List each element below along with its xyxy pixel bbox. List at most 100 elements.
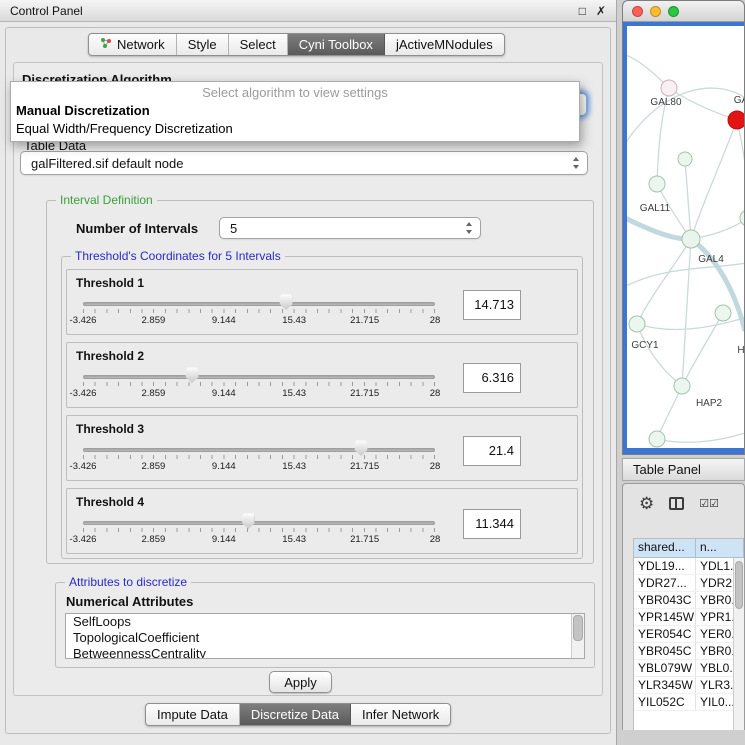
network-node[interactable]: [678, 152, 692, 166]
network-node-gal4[interactable]: [682, 230, 700, 248]
network-node-hap2[interactable]: [674, 378, 690, 394]
apply-button[interactable]: Apply: [269, 671, 332, 693]
table-row[interactable]: YBL079WYBL0...: [634, 660, 744, 677]
slider-thumb[interactable]: [355, 440, 368, 456]
slider-track[interactable]: [83, 375, 435, 379]
dropdown-option-equal-width-frequency[interactable]: Equal Width/Frequency Discretization: [11, 120, 579, 138]
application-window: Control Panel □ ✗ NetworkStyleSelectCyni…: [0, 0, 745, 745]
column-header-name[interactable]: n...: [696, 539, 744, 558]
network-graph[interactable]: GAL80GAL11GAL4GCY1HAP2GAH: [627, 26, 745, 448]
threshold-2-value-field[interactable]: 6.316: [463, 363, 521, 393]
network-node-gal80[interactable]: [661, 80, 677, 96]
slider-thumb[interactable]: [280, 294, 293, 310]
table-cell[interactable]: YDL19...: [634, 558, 696, 574]
dropdown-option-manual-discretization[interactable]: Manual Discretization: [11, 102, 579, 120]
columns-icon[interactable]: [669, 497, 684, 510]
table-cell[interactable]: YBR043C: [634, 592, 696, 608]
scrollbar-thumb[interactable]: [735, 561, 743, 609]
close-window-icon[interactable]: [632, 6, 643, 17]
slider-scale-label: 28: [430, 388, 441, 399]
network-node-gcy1[interactable]: [629, 316, 645, 332]
slider-thumb[interactable]: [186, 367, 199, 383]
table-row[interactable]: YDR27...YDR2...: [634, 575, 744, 592]
settings-gear-icon[interactable]: ⚙: [639, 495, 654, 512]
table-row[interactable]: YPR145WYPR1...: [634, 609, 744, 626]
threshold-1-value-field[interactable]: 14.713: [463, 290, 521, 320]
node-label: GCY1: [631, 340, 659, 351]
table-cell[interactable]: YPR145W: [634, 609, 696, 625]
slider-track[interactable]: [83, 448, 435, 452]
slider-track[interactable]: [83, 521, 435, 525]
select-rows-checkboxes-icon[interactable]: ☑☑: [699, 497, 719, 510]
combobox-arrows-icon: [573, 157, 580, 169]
network-node[interactable]: [649, 431, 665, 447]
list-scrollbar[interactable]: [571, 614, 584, 658]
network-node-gal11[interactable]: [649, 176, 665, 192]
column-header-shared-name[interactable]: shared...: [634, 539, 696, 558]
tab-infer-network[interactable]: Infer Network: [351, 704, 450, 725]
minimize-window-icon[interactable]: [650, 6, 661, 17]
table-row[interactable]: YBR043CYBR0...: [634, 592, 744, 609]
table-body: YDL19...YDL1...YDR27...YDR2...YBR043CYBR…: [634, 558, 744, 711]
zoom-window-icon[interactable]: [668, 6, 679, 17]
table-row[interactable]: YER054CYER0...: [634, 626, 744, 643]
table-data-combobox[interactable]: galFiltered.sif default node: [20, 151, 588, 175]
number-of-intervals-label: Number of Intervals: [76, 221, 198, 236]
numerical-attributes-label: Numerical Attributes: [66, 594, 193, 609]
attribute-list-item[interactable]: TopologicalCoefficient: [66, 630, 571, 646]
threshold-3-value-field[interactable]: 21.4: [463, 436, 521, 466]
tab-select[interactable]: Select: [229, 34, 288, 55]
table-row[interactable]: YDL19...YDL1...: [634, 558, 744, 575]
float-window-icon[interactable]: □: [579, 4, 586, 18]
tab-network[interactable]: Network: [89, 34, 177, 55]
tab-discretize-data[interactable]: Discretize Data: [240, 704, 351, 725]
slider-thumb[interactable]: [242, 513, 255, 529]
threshold-4-slider[interactable]: -3.4262.8599.14415.4321.71528: [83, 511, 435, 551]
tab-jactivemnodules[interactable]: jActiveMNodules: [385, 34, 504, 55]
table-scrollbar[interactable]: [733, 558, 744, 730]
attribute-list-item[interactable]: BetweennessCentrality: [66, 646, 571, 658]
attribute-list-item[interactable]: SelfLoops: [66, 614, 571, 630]
table-row[interactable]: YLR345WYLR3...: [634, 677, 744, 694]
slider-track[interactable]: [83, 302, 435, 306]
threshold-3-slider[interactable]: -3.4262.8599.14415.4321.71528: [83, 438, 435, 478]
dropdown-placeholder: Select algorithm to view settings: [11, 83, 579, 102]
slider-scale-label: 21.715: [350, 534, 379, 545]
slider-scale-label: 2.859: [142, 315, 166, 326]
tab-label: Infer Network: [362, 707, 439, 722]
slider-scale-label: 9.144: [212, 388, 236, 399]
network-node[interactable]: [728, 111, 745, 129]
algorithm-dropdown-popup: Select algorithm to view settings Manual…: [10, 81, 580, 142]
number-of-intervals-combobox[interactable]: 5: [219, 217, 481, 239]
threshold-2-slider[interactable]: -3.4262.8599.14415.4321.71528: [83, 365, 435, 405]
network-window-titlebar[interactable]: [623, 1, 744, 22]
table-header-row: shared... n...: [634, 539, 744, 558]
attributes-group-title: Attributes to discretize: [65, 575, 191, 589]
tab-style[interactable]: Style: [177, 34, 229, 55]
network-node[interactable]: [715, 305, 731, 321]
table-panel-title: Table Panel: [633, 462, 701, 477]
table-row[interactable]: YIL052CYIL0...: [634, 694, 744, 711]
combobox-arrows-icon: [466, 222, 473, 234]
network-node[interactable]: [740, 210, 745, 226]
threshold-1-panel: Threshold 1 -3.4262.8599.14415.4321.7152…: [66, 269, 578, 335]
threshold-1-slider[interactable]: -3.4262.8599.14415.4321.71528: [83, 292, 435, 332]
scrollbar-thumb[interactable]: [573, 615, 583, 641]
close-panel-icon[interactable]: ✗: [596, 4, 606, 18]
table-cell[interactable]: YBL079W: [634, 660, 696, 676]
slider-scale-label: 28: [430, 315, 441, 326]
slider-scale-label: 15.43: [282, 315, 306, 326]
table-row[interactable]: YBR045CYBR0...: [634, 643, 744, 660]
table-cell[interactable]: YER054C: [634, 626, 696, 642]
tab-impute-data[interactable]: Impute Data: [146, 704, 240, 725]
table-cell[interactable]: YDR27...: [634, 575, 696, 591]
tab-cyni-toolbox[interactable]: Cyni Toolbox: [288, 34, 385, 55]
network-canvas[interactable]: GAL80GAL11GAL4GCY1HAP2GAH: [627, 26, 745, 448]
table-cell[interactable]: YBR045C: [634, 643, 696, 659]
table-cell[interactable]: YLR345W: [634, 677, 696, 693]
table-data-combobox-value: galFiltered.sif default node: [31, 156, 183, 171]
node-attribute-table: shared... n... YDL19...YDL1...YDR27...YD…: [633, 538, 744, 730]
threshold-4-value-field[interactable]: 11.344: [463, 509, 521, 539]
table-cell[interactable]: YIL052C: [634, 694, 696, 710]
interval-definition-title: Interval Definition: [56, 193, 157, 207]
